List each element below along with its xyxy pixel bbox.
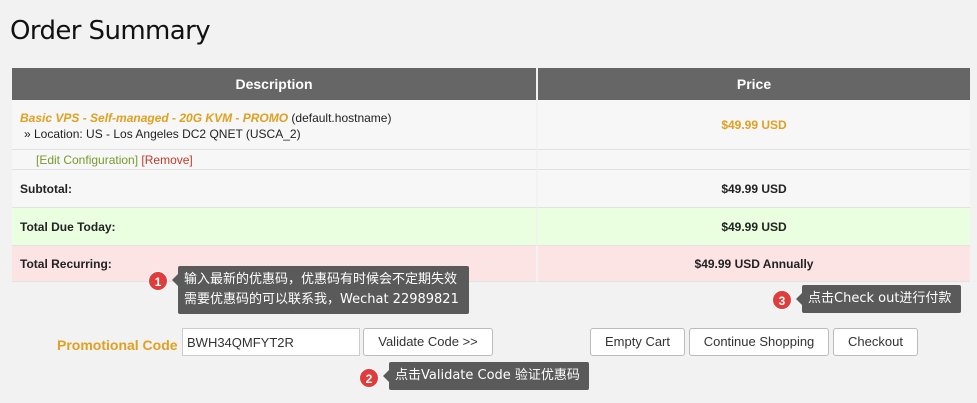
product-row: Basic VPS - Self-managed - 20G KVM - PRO… [12,100,970,150]
description-header: Description [12,68,538,100]
product-location: » Location: US - Los Angeles DC2 QNET (U… [24,126,301,141]
subtotal-value: $49.99 USD [538,170,970,208]
empty-cart-button[interactable]: Empty Cart [590,328,685,356]
page-title: Order Summary [10,16,211,46]
subtotal-row: Subtotal: $49.99 USD [12,170,970,208]
edit-configuration-link[interactable]: [Edit Configuration] [36,153,138,167]
total-due-row: Total Due Today: $49.99 USD [12,208,970,246]
total-recurring-value: $49.99 USD Annually [538,246,970,282]
annotation-tooltip-1: 输入最新的优惠码，优惠码有时候会不定期失效 需要优惠码的可以联系我，Wechat… [172,266,469,314]
total-due-value: $49.99 USD [538,208,970,246]
product-description: Basic VPS - Self-managed - 20G KVM - PRO… [12,100,538,150]
validate-code-button[interactable]: Validate Code >> [363,328,493,356]
product-actions: [Edit Configuration] [Remove] [12,150,538,170]
annotation-text-1a: 输入最新的优惠码，优惠码有时候会不定期失效 [184,272,458,287]
product-price: $49.99 USD [538,100,970,150]
order-summary-table: Description Price Basic VPS - Self-manag… [12,68,970,282]
remove-link[interactable]: [Remove] [141,153,192,167]
price-header: Price [538,68,970,100]
table-header-row: Description Price [12,68,970,100]
empty-cell [538,150,970,170]
annotation-tooltip-2: 点击Validate Code 验证优惠码 [383,362,589,390]
product-actions-row: [Edit Configuration] [Remove] [12,150,970,170]
checkout-button[interactable]: Checkout [833,328,918,356]
continue-shopping-button[interactable]: Continue Shopping [689,328,829,356]
total-due-label: Total Due Today: [12,208,538,246]
promo-code-label: Promotional Code [57,337,178,353]
annotation-badge-2: 2 [359,368,379,388]
annotation-text-1b: 需要优惠码的可以联系我，Wechat 22989821 [184,292,459,307]
subtotal-label: Subtotal: [12,170,538,208]
product-name: Basic VPS - Self-managed - 20G KVM - PRO… [20,110,289,125]
annotation-badge-1: 1 [148,271,168,291]
annotation-badge-3: 3 [772,290,792,310]
annotation-tooltip-3: 点击Check out进行付款 [796,285,961,313]
product-hostname: (default.hostname) [291,110,392,125]
promo-code-input[interactable] [182,328,360,356]
